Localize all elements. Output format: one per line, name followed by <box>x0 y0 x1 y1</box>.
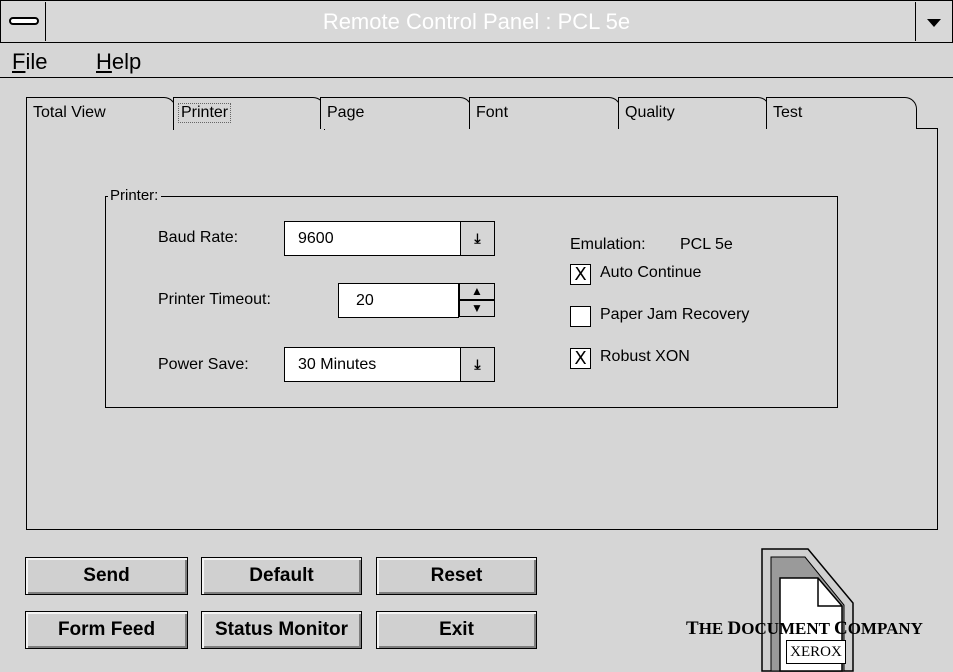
emulation-label: Emulation: <box>570 236 646 253</box>
arrow-up-icon: ▲ <box>471 284 483 298</box>
title-bar: Remote Control Panel : PCL 5e <box>0 0 953 43</box>
arrow-down-icon: ▼ <box>471 301 483 315</box>
system-menu-button[interactable] <box>2 2 46 41</box>
paper-jam-recovery-checkbox[interactable] <box>570 306 591 327</box>
tab-font[interactable]: Font <box>469 97 621 129</box>
document-company-logo-text: THE DOCUMENT COMPANY <box>686 618 923 639</box>
spin-up-button[interactable]: ▲ <box>459 283 495 300</box>
paper-jam-recovery-label: Paper Jam Recovery <box>600 306 750 323</box>
chevron-down-icon <box>927 19 941 27</box>
baud-rate-dropdown-button[interactable]: ⤓ <box>460 222 494 255</box>
menu-file[interactable]: File <box>12 49 47 75</box>
arrow-down-icon: ⤓ <box>474 230 481 246</box>
form-feed-button[interactable]: Form Feed <box>25 611 188 649</box>
default-button[interactable]: Default <box>201 557 362 595</box>
printer-timeout-label: Printer Timeout: <box>158 291 271 308</box>
reset-button[interactable]: Reset <box>376 557 537 595</box>
baud-rate-select[interactable]: 9600 ⤓ <box>284 221 495 256</box>
status-monitor-button[interactable]: Status Monitor <box>201 611 362 649</box>
spin-down-button[interactable]: ▼ <box>459 300 495 317</box>
xerox-logo: XEROX <box>786 640 846 664</box>
baud-rate-label: Baud Rate: <box>158 229 239 246</box>
exit-button[interactable]: Exit <box>376 611 537 649</box>
tab-total-view[interactable]: Total View <box>26 97 176 129</box>
tab-page[interactable]: Page <box>320 97 472 129</box>
power-save-select[interactable]: 30 Minutes ⤓ <box>284 347 495 382</box>
tab-printer[interactable]: Printer <box>173 97 325 130</box>
menu-bar: File Help <box>0 43 953 78</box>
printer-timeout-input[interactable]: 20 <box>338 283 459 318</box>
tab-test[interactable]: Test <box>766 97 917 129</box>
system-menu-icon <box>9 17 39 25</box>
power-save-dropdown-button[interactable]: ⤓ <box>460 348 494 381</box>
window-title: Remote Control Panel : PCL 5e <box>322 9 631 34</box>
printer-group-legend: Printer: <box>108 187 162 204</box>
robust-xon-checkbox[interactable]: X <box>570 348 591 369</box>
minimize-button[interactable] <box>915 2 951 41</box>
robust-xon-label: Robust XON <box>600 348 690 365</box>
emulation-value: PCL 5e <box>680 236 733 253</box>
power-save-label: Power Save: <box>158 356 249 373</box>
auto-continue-checkbox[interactable]: X <box>570 264 591 285</box>
menu-help[interactable]: Help <box>96 49 141 75</box>
send-button[interactable]: Send <box>25 557 188 595</box>
tab-quality[interactable]: Quality <box>618 97 770 129</box>
auto-continue-label: Auto Continue <box>600 264 702 281</box>
printer-timeout-spinner[interactable]: ▲ ▼ <box>459 283 495 317</box>
arrow-down-icon: ⤓ <box>474 356 481 372</box>
